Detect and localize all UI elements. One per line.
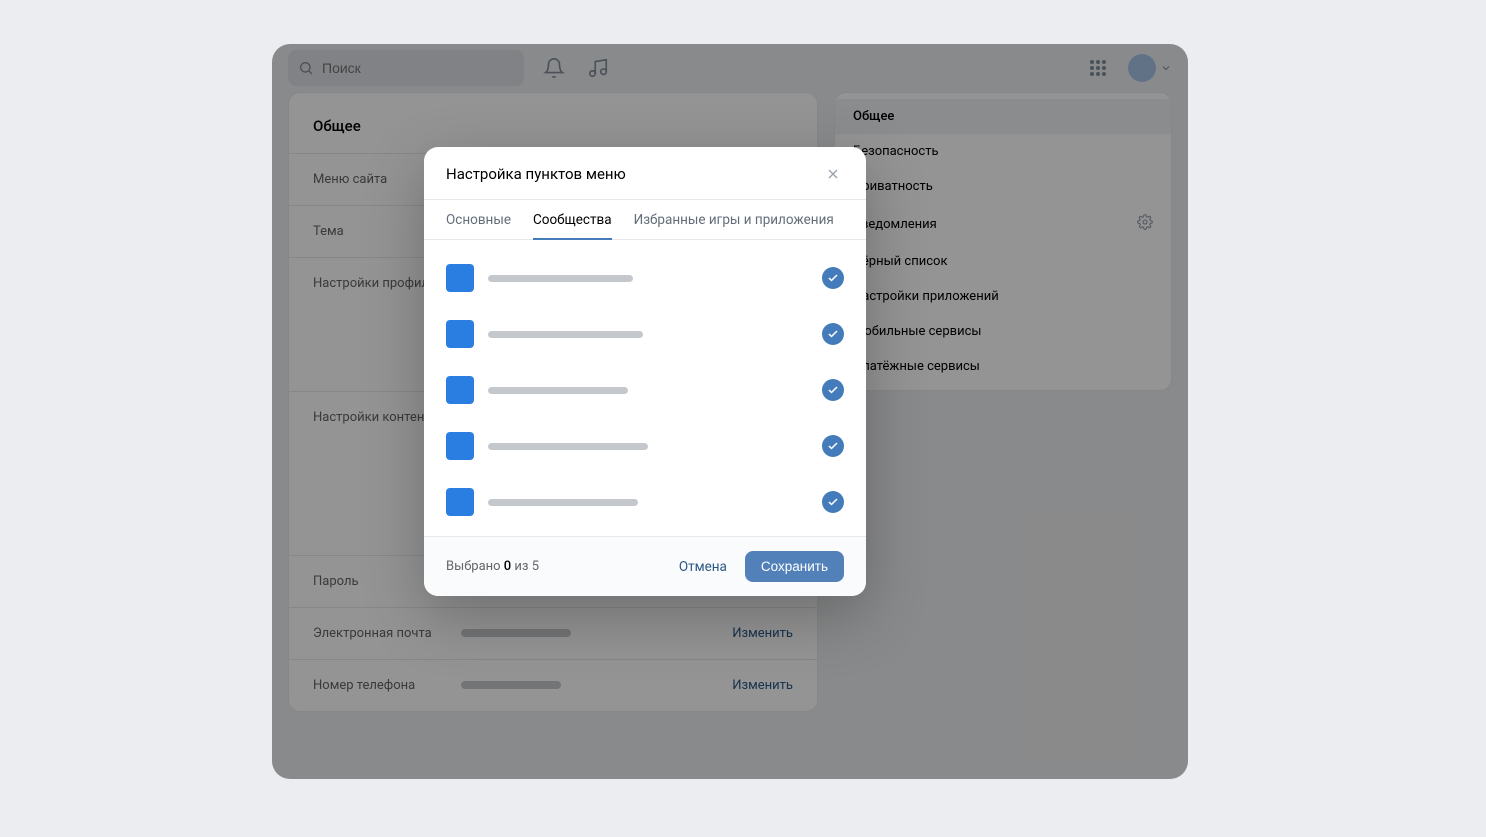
community-thumb: [446, 376, 474, 404]
check-icon[interactable]: [822, 267, 844, 289]
community-thumb: [446, 432, 474, 460]
close-icon[interactable]: [822, 163, 844, 185]
check-icon[interactable]: [822, 435, 844, 457]
list-item[interactable]: [446, 474, 844, 530]
check-icon[interactable]: [822, 379, 844, 401]
community-thumb: [446, 264, 474, 292]
check-icon[interactable]: [822, 491, 844, 513]
selected-count: Выбрано 0 из 5: [446, 559, 539, 574]
list-item[interactable]: [446, 418, 844, 474]
tab-main[interactable]: Основные: [446, 200, 511, 240]
modal-tabs: Основные Сообщества Избранные игры и при…: [424, 200, 866, 240]
redacted-name: [488, 443, 648, 450]
tab-communities[interactable]: Сообщества: [533, 200, 612, 240]
tab-apps[interactable]: Избранные игры и приложения: [634, 200, 834, 240]
cancel-button[interactable]: Отмена: [679, 559, 727, 575]
check-icon[interactable]: [822, 323, 844, 345]
redacted-name: [488, 387, 628, 394]
save-button[interactable]: Сохранить: [745, 551, 844, 582]
community-thumb: [446, 320, 474, 348]
redacted-name: [488, 499, 638, 506]
modal-body: [424, 240, 866, 536]
list-item[interactable]: [446, 362, 844, 418]
list-item[interactable]: [446, 306, 844, 362]
modal-title: Настройка пунктов меню: [446, 165, 626, 183]
list-item[interactable]: [446, 250, 844, 306]
redacted-name: [488, 275, 633, 282]
redacted-name: [488, 331, 643, 338]
community-thumb: [446, 488, 474, 516]
menu-settings-modal: Настройка пунктов меню Основные Сообщест…: [424, 147, 866, 596]
